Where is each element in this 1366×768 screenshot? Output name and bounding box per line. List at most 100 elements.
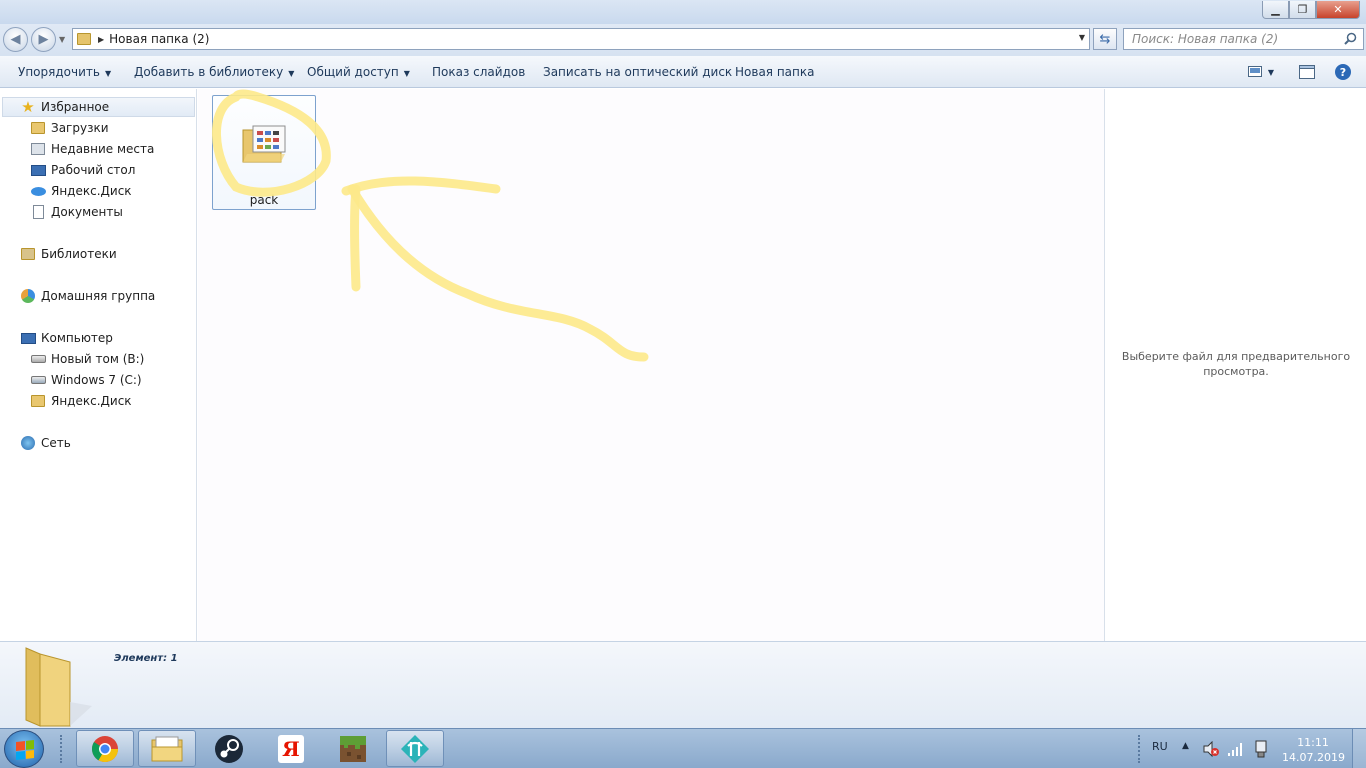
- file-name: pack: [249, 193, 279, 207]
- taskbar-app-minecraft[interactable]: [324, 730, 382, 767]
- recent-pages-dropdown[interactable]: ▼: [59, 35, 65, 44]
- nav-recent-label: Недавние места: [51, 142, 155, 156]
- safely-remove-hardware-icon[interactable]: [1253, 740, 1269, 758]
- forward-arrow-icon: ▶: [38, 32, 49, 47]
- show-desktop-button[interactable]: [1352, 729, 1366, 768]
- address-history-dropdown[interactable]: ▼: [1079, 33, 1085, 42]
- taskbar-app-active[interactable]: [386, 730, 444, 767]
- taskbar-app-chrome[interactable]: [76, 730, 134, 767]
- computer-icon: [20, 330, 36, 346]
- nav-drive-b[interactable]: Новый том (B:): [30, 349, 144, 369]
- address-row: ◀ ▶ ▼ ▶ Новая папка (2) ▼ ⇆: [0, 24, 1366, 56]
- minecraft-icon: [340, 735, 366, 762]
- search-icon[interactable]: [1344, 32, 1357, 45]
- back-arrow-icon: ◀: [10, 32, 21, 47]
- minimize-button[interactable]: ▁: [1262, 1, 1289, 19]
- file-list[interactable]: pack: [198, 89, 1104, 641]
- downloads-folder-icon: [30, 120, 46, 136]
- nav-yandex-disk-computer-label: Яндекс.Диск: [51, 394, 132, 408]
- breadcrumb-chevron-icon[interactable]: ▶: [98, 35, 104, 44]
- folder-icon: [77, 33, 91, 45]
- file-item-pack[interactable]: pack: [212, 95, 316, 210]
- taskbar-grip[interactable]: [60, 735, 64, 763]
- add-to-library-label: Добавить в библиотеку: [134, 65, 284, 79]
- drive-icon: [30, 351, 46, 367]
- taskbar-app-yandex[interactable]: Я: [262, 730, 320, 767]
- network-signal-icon[interactable]: [1227, 741, 1245, 757]
- preview-pane-toggle[interactable]: [1298, 63, 1316, 81]
- homegroup-icon: [20, 288, 36, 304]
- show-hidden-icons-button[interactable]: ▲: [1182, 741, 1189, 751]
- help-button[interactable]: ?: [1334, 63, 1352, 81]
- window-controls: ▁ ❐ ✕: [1262, 1, 1360, 19]
- refresh-button[interactable]: ⇆: [1093, 28, 1117, 50]
- desktop-icon: [30, 162, 46, 178]
- address-bar[interactable]: ▶ Новая папка (2) ▼: [72, 28, 1090, 50]
- maximize-button[interactable]: ❐: [1289, 1, 1316, 19]
- clock[interactable]: 11:11 14.07.2019: [1282, 735, 1345, 765]
- nav-network[interactable]: Сеть: [20, 433, 71, 453]
- app-icon: [401, 734, 429, 763]
- nav-desktop-label: Рабочий стол: [51, 163, 136, 177]
- nav-downloads[interactable]: Загрузки: [30, 118, 109, 138]
- yandex-disk-folder-icon: [30, 393, 46, 409]
- nav-yandex-disk-computer[interactable]: Яндекс.Диск: [30, 391, 132, 411]
- dropdown-arrow-icon: ▼: [104, 69, 112, 78]
- nav-documents[interactable]: Документы: [30, 202, 123, 222]
- nav-favorites[interactable]: ★ Избранное: [2, 97, 195, 117]
- nav-drive-c-label: Windows 7 (C:): [51, 373, 142, 387]
- view-options-button[interactable]: ▼: [1244, 63, 1278, 81]
- dropdown-arrow-icon: ▼: [403, 69, 410, 78]
- search-box[interactable]: [1123, 28, 1364, 50]
- nav-libraries[interactable]: Библиотеки: [20, 244, 117, 264]
- nav-homegroup-label: Домашняя группа: [41, 289, 156, 303]
- forward-button[interactable]: ▶: [31, 27, 56, 52]
- nav-drive-c[interactable]: Windows 7 (C:): [30, 370, 142, 390]
- nav-yandex-disk-favorite[interactable]: Яндекс.Диск: [30, 181, 132, 201]
- dropdown-arrow-icon: ▼: [288, 69, 295, 78]
- back-button[interactable]: ◀: [3, 27, 28, 52]
- yandex-icon: Я: [278, 734, 304, 763]
- start-button[interactable]: [4, 730, 44, 768]
- breadcrumb-current[interactable]: Новая папка (2): [109, 32, 209, 46]
- nav-favorites-label: Избранное: [41, 100, 110, 114]
- preview-pane-icon: [1299, 65, 1315, 79]
- command-bar: Упорядочить ▼ Добавить в библиотеку ▼ Общи…: [0, 56, 1366, 88]
- network-icon: [20, 435, 36, 451]
- taskbar-app-steam[interactable]: [200, 730, 258, 767]
- explorer-icon: [151, 736, 183, 761]
- nav-homegroup[interactable]: Домашняя группа: [20, 286, 155, 306]
- close-button[interactable]: ✕: [1316, 1, 1360, 19]
- hand-drawn-annotation: [212, 89, 649, 362]
- star-icon: ★: [21, 98, 35, 116]
- preview-message: Выберите файл для предварительного просм…: [1121, 350, 1351, 378]
- steam-icon: [215, 734, 243, 763]
- share-label: Общий доступ: [307, 65, 399, 79]
- help-icon: ?: [1335, 64, 1351, 80]
- preview-pane: Выберите файл для предварительного просм…: [1104, 89, 1366, 641]
- dropdown-arrow-icon: ▼: [1267, 67, 1275, 77]
- add-to-library-menu[interactable]: Добавить в библиотеку ▼: [134, 65, 294, 79]
- navigation-pane: ★ Избранное Загрузки Недавние места Рабо…: [0, 89, 197, 641]
- search-input[interactable]: [1132, 32, 1332, 46]
- burn-button[interactable]: Записать на оптический диск: [543, 65, 732, 79]
- language-indicator[interactable]: RU: [1152, 740, 1168, 753]
- new-folder-button[interactable]: Новая папка: [735, 65, 814, 79]
- nav-computer[interactable]: Компьютер: [20, 328, 113, 348]
- clock-time: 11:11: [1297, 736, 1329, 749]
- tray-grip[interactable]: [1138, 735, 1142, 763]
- folder-icon: [242, 125, 286, 163]
- clock-date: 14.07.2019: [1282, 751, 1345, 764]
- slideshow-button[interactable]: Показ слайдов: [432, 65, 525, 79]
- title-bar: ▁ ❐ ✕: [0, 0, 1366, 24]
- share-menu[interactable]: Общий доступ ▼: [307, 65, 410, 79]
- libraries-icon: [20, 246, 36, 262]
- nav-downloads-label: Загрузки: [51, 121, 109, 135]
- volume-muted-icon[interactable]: [1203, 741, 1219, 757]
- folder-icon: [25, 647, 92, 727]
- organize-menu[interactable]: Упорядочить ▼: [18, 65, 111, 79]
- taskbar-app-explorer[interactable]: [138, 730, 196, 767]
- nav-recent[interactable]: Недавние места: [30, 139, 154, 159]
- nav-desktop[interactable]: Рабочий стол: [30, 160, 135, 180]
- nav-computer-label: Компьютер: [41, 331, 113, 345]
